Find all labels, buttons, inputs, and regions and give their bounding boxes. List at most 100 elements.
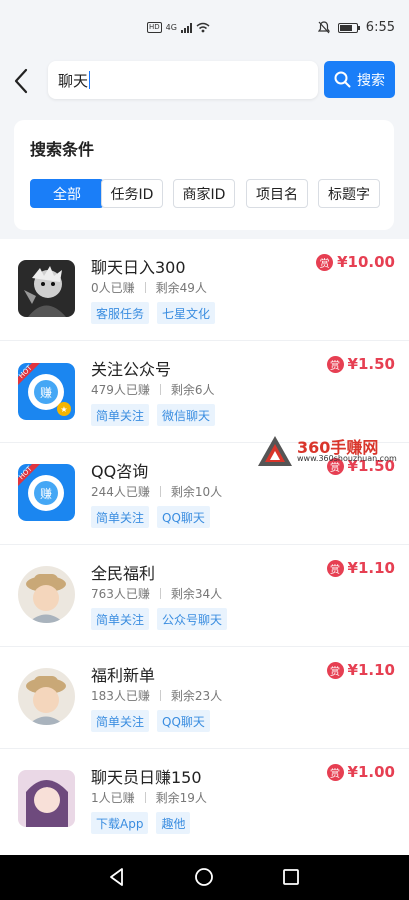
filter-chip-title-keyword[interactable]: 标题字	[318, 179, 380, 208]
clock: 6:55	[365, 20, 395, 35]
signal-icon	[180, 22, 192, 33]
task-thumbnail	[18, 668, 75, 725]
reward-badge-icon: 赏	[326, 763, 344, 781]
task-tag: 客服任务	[91, 302, 150, 324]
battery-icon	[337, 22, 360, 33]
task-item[interactable]: 福利新单 183人已赚 剩余23人 简单关注 QQ聊天 赏 ¥1.10	[0, 647, 409, 749]
remaining-count: 剩余23人	[170, 689, 223, 703]
mute-bell-icon	[317, 21, 330, 34]
text-caret	[89, 71, 91, 89]
task-tag: 简单关注	[91, 608, 150, 630]
reward-value: ¥10.00	[337, 253, 395, 271]
status-bar: HD 4G 6:55	[0, 0, 409, 60]
task-meta: 183人已赚 剩余23人	[91, 687, 222, 704]
earned-count: 479人已赚	[91, 383, 150, 397]
task-tag: 简单关注	[91, 506, 150, 528]
task-list: 聊天日入300 0人已赚 剩余49人 客服任务 七星文化 赏 ¥10.00 ★ HO…	[0, 239, 409, 855]
reward-badge-icon: 赏	[326, 661, 344, 679]
watermark-logo-icon	[258, 436, 292, 466]
filter-card: 搜索条件 全部 任务ID 商家ID 项目名 标题字	[14, 120, 394, 230]
reward-value: ¥1.00	[347, 763, 395, 781]
task-tag: 公众号聊天	[157, 608, 228, 630]
hd-icon: HD	[147, 22, 162, 33]
filter-chip-task-id[interactable]: 任务ID	[101, 179, 163, 208]
task-thumbnail	[18, 770, 75, 827]
reward-value: ¥1.10	[347, 661, 395, 679]
task-thumbnail	[18, 260, 75, 317]
reward-amount: 赏 ¥1.00	[326, 763, 395, 781]
task-tag: 简单关注	[91, 710, 150, 732]
watermark-url: www.360shouzhuan.com	[297, 454, 397, 463]
task-meta: 244人已赚 剩余10人	[91, 483, 222, 500]
earned-count: 0人已赚	[91, 281, 135, 295]
task-tag: 趣他	[156, 812, 191, 834]
task-tags: 简单关注 QQ聊天	[91, 710, 210, 732]
task-meta: 763人已赚 剩余34人	[91, 585, 222, 602]
recents-square-icon[interactable]	[281, 867, 301, 887]
reward-amount: 赏 ¥1.50	[326, 355, 395, 373]
earned-count: 763人已赚	[91, 587, 150, 601]
task-tags: 简单关注 QQ聊天	[91, 506, 210, 528]
task-meta: 479人已赚 剩余6人	[91, 381, 215, 398]
remaining-count: 剩余19人	[155, 791, 207, 805]
earned-count: 183人已赚	[91, 689, 150, 703]
task-title: 聊天员日赚150	[91, 768, 202, 787]
chevron-left-icon	[14, 68, 28, 94]
back-button[interactable]	[10, 66, 34, 96]
search-button[interactable]: 搜索	[324, 61, 395, 98]
task-title: 聊天日入300	[91, 258, 186, 277]
reward-badge-icon: 赏	[326, 559, 344, 577]
status-right: 6:55	[317, 20, 395, 35]
task-tag: QQ聊天	[157, 710, 210, 732]
task-title: 全民福利	[91, 564, 156, 583]
task-tag: 七星文化	[157, 302, 216, 324]
task-meta: 1人已赚 剩余19人	[91, 789, 207, 806]
task-tag: 微信聊天	[157, 404, 216, 426]
task-thumbnail: ★ HOT 赚	[18, 363, 75, 420]
remaining-count: 剩余34人	[170, 587, 223, 601]
task-item[interactable]: ★ HOT 赚 关注公众号 479人已赚 剩余6人 简单关注 微信聊天 赏 ¥1.5…	[0, 341, 409, 443]
task-thumbnail: HOT 赚	[18, 464, 75, 521]
reward-badge-icon: 赏	[326, 355, 344, 373]
filter-chip-merchant-id[interactable]: 商家ID	[173, 179, 235, 208]
search-input-value: 聊天	[58, 71, 89, 90]
task-tag: QQ聊天	[157, 506, 210, 528]
task-tag: 下载App	[91, 812, 149, 834]
reward-amount: 赏 ¥1.10	[326, 559, 395, 577]
search-input[interactable]: 聊天	[48, 61, 318, 99]
remaining-count: 剩余10人	[170, 485, 223, 499]
earned-count: 1人已赚	[91, 791, 135, 805]
back-triangle-icon[interactable]	[107, 867, 127, 887]
task-item[interactable]: 全民福利 763人已赚 剩余34人 简单关注 公众号聊天 赏 ¥1.10	[0, 545, 409, 647]
task-item[interactable]: 聊天员日赚150 1人已赚 剩余19人 下载App 趣他 赏 ¥1.00	[0, 749, 409, 851]
wifi-icon	[196, 22, 210, 33]
remaining-count: 剩余49人	[155, 281, 207, 295]
network-label: 4G	[165, 23, 177, 32]
task-tags: 下载App 趣他	[91, 812, 191, 834]
thumb-char: 赚	[40, 487, 53, 501]
task-item[interactable]: 聊天日入300 0人已赚 剩余49人 客服任务 七星文化 赏 ¥10.00	[0, 239, 409, 341]
reward-badge-icon: 赏	[316, 253, 334, 271]
svg-text:★: ★	[60, 405, 67, 414]
reward-amount: 赏 ¥1.10	[326, 661, 395, 679]
task-tag: 简单关注	[91, 404, 150, 426]
reward-value: ¥1.10	[347, 559, 395, 577]
thumb-char: 赚	[40, 386, 53, 400]
search-button-label: 搜索	[357, 72, 385, 89]
task-title: 关注公众号	[91, 360, 172, 379]
task-meta: 0人已赚 剩余49人	[91, 279, 207, 296]
reward-value: ¥1.50	[347, 355, 395, 373]
filter-chip-all[interactable]: 全部	[30, 179, 104, 208]
task-tags: 客服任务 七星文化	[91, 302, 216, 324]
earned-count: 244人已赚	[91, 485, 150, 499]
reward-amount: 赏 ¥10.00	[316, 253, 395, 271]
task-thumbnail	[18, 566, 75, 623]
task-tags: 简单关注 微信聊天	[91, 404, 216, 426]
filter-chip-project-name[interactable]: 项目名	[246, 179, 308, 208]
home-circle-icon[interactable]	[194, 867, 214, 887]
task-title: 福利新单	[91, 666, 156, 685]
system-nav-bar	[0, 855, 409, 900]
remaining-count: 剩余6人	[170, 383, 215, 397]
status-center: HD 4G	[147, 22, 210, 33]
search-icon	[334, 71, 351, 88]
